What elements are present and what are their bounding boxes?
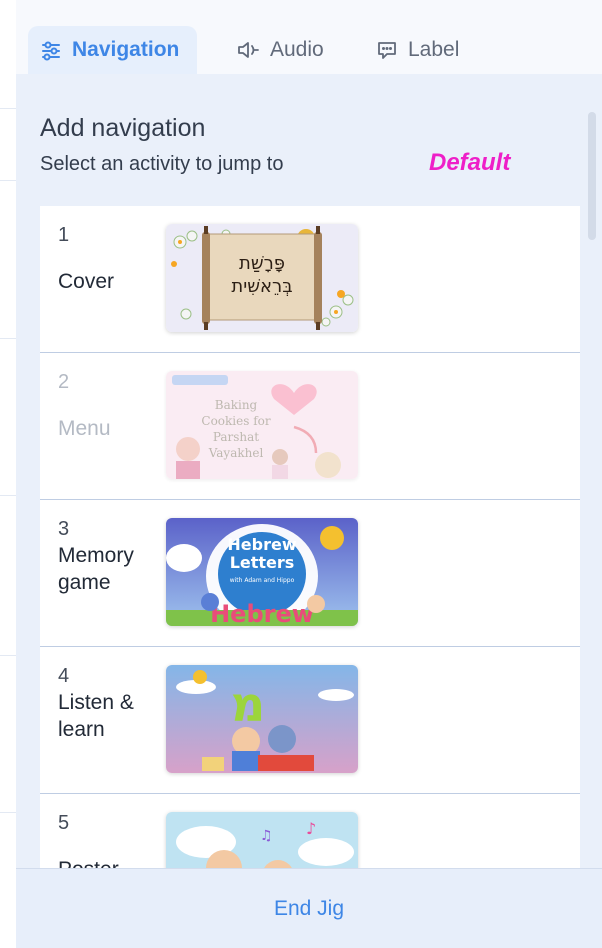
svg-text:♪: ♪ (306, 819, 316, 838)
left-edge-strip (0, 0, 16, 948)
activity-name: Poster (58, 856, 158, 868)
activity-thumbnail: Baking Cookies for Parshat Vayakhel (166, 371, 358, 479)
activity-number: 3 (58, 518, 70, 540)
activity-name: Listen & learn (58, 691, 134, 741)
sliders-icon (40, 39, 62, 61)
activity-number: 4 (58, 665, 70, 687)
activity-number: 1 (58, 224, 70, 246)
thumb-text: with Adam and Hippo (230, 577, 295, 584)
panel-heading: Add navigation (40, 114, 206, 142)
thumb-text: Hebrew (227, 535, 296, 554)
panel-footer: End Jig (16, 868, 602, 948)
thumb-text: מ (231, 677, 266, 733)
thumb-text: Letters (230, 553, 295, 572)
speaker-icon (236, 39, 260, 61)
activity-item-cover[interactable]: 1 Cover פָּרָשַׁת בְּרֵאשִׁית (40, 206, 580, 353)
thumb-text: Parshat (213, 430, 259, 444)
panel-subheading: Select an activity to jump to (40, 153, 284, 175)
left-edge-divider (0, 812, 16, 813)
navigation-content: Add navigation Select an activity to jum… (16, 74, 602, 868)
tab-navigation[interactable]: Navigation (28, 26, 198, 74)
tab-label: Audio (270, 38, 324, 61)
svg-text:♫: ♫ (260, 828, 273, 844)
activity-list: 1 Cover פָּרָשַׁת בְּרֵאשִׁית 2 Menu Bak… (40, 206, 580, 868)
activity-name: Memory game (58, 544, 134, 594)
thumb-text: Baking (215, 398, 258, 412)
activity-name: Menu (58, 417, 111, 440)
tab-label: Label (408, 38, 460, 61)
activity-thumbnail: Hebrew Letters with Adam and Hippo Hebre… (166, 518, 358, 626)
left-edge-divider (0, 495, 16, 496)
comment-icon (376, 39, 398, 61)
default-tag: Default (429, 149, 511, 176)
left-edge-divider (0, 108, 16, 109)
tab-bar: Navigation Audio Label (16, 0, 602, 74)
thumb-text: פָּרָשַׁת (239, 253, 285, 274)
activity-item-poster[interactable]: 5 Poster ♪ ♫ ♪ (40, 794, 580, 868)
thumb-text: בְּרֵאשִׁית (231, 276, 292, 297)
left-edge-divider (0, 180, 16, 181)
activity-number: 2 (58, 371, 70, 393)
activity-item-menu[interactable]: 2 Menu Baking Cookies for Parshat Vayakh… (40, 353, 580, 500)
activity-item-listen-learn[interactable]: 4 Listen & learn מ (40, 647, 580, 794)
activity-name: Cover (58, 270, 115, 293)
activity-item-memory-game[interactable]: 3 Memory game Hebrew Letters with Adam a… (40, 500, 580, 647)
activity-thumbnail: פָּרָשַׁת בְּרֵאשִׁית (166, 224, 358, 332)
activity-thumbnail: ♪ ♫ ♪ (166, 812, 358, 868)
scrollbar-thumb[interactable] (588, 112, 596, 240)
thumb-text: Cookies for (201, 414, 270, 428)
tab-audio[interactable]: Audio (236, 26, 324, 74)
activity-thumbnail: מ (166, 665, 358, 773)
thumb-text: Vayakhel (208, 446, 264, 460)
jig-edit-panel: Navigation Audio Label Add navigation Se (16, 0, 602, 948)
left-edge-divider (0, 338, 16, 339)
tab-label-settings[interactable]: Label (376, 26, 459, 74)
thumb-text: Hebrew (210, 600, 314, 626)
left-edge-divider (0, 655, 16, 656)
tab-label: Navigation (72, 38, 180, 61)
end-jig-button[interactable]: End Jig (274, 897, 344, 921)
activity-number: 5 (58, 812, 70, 834)
